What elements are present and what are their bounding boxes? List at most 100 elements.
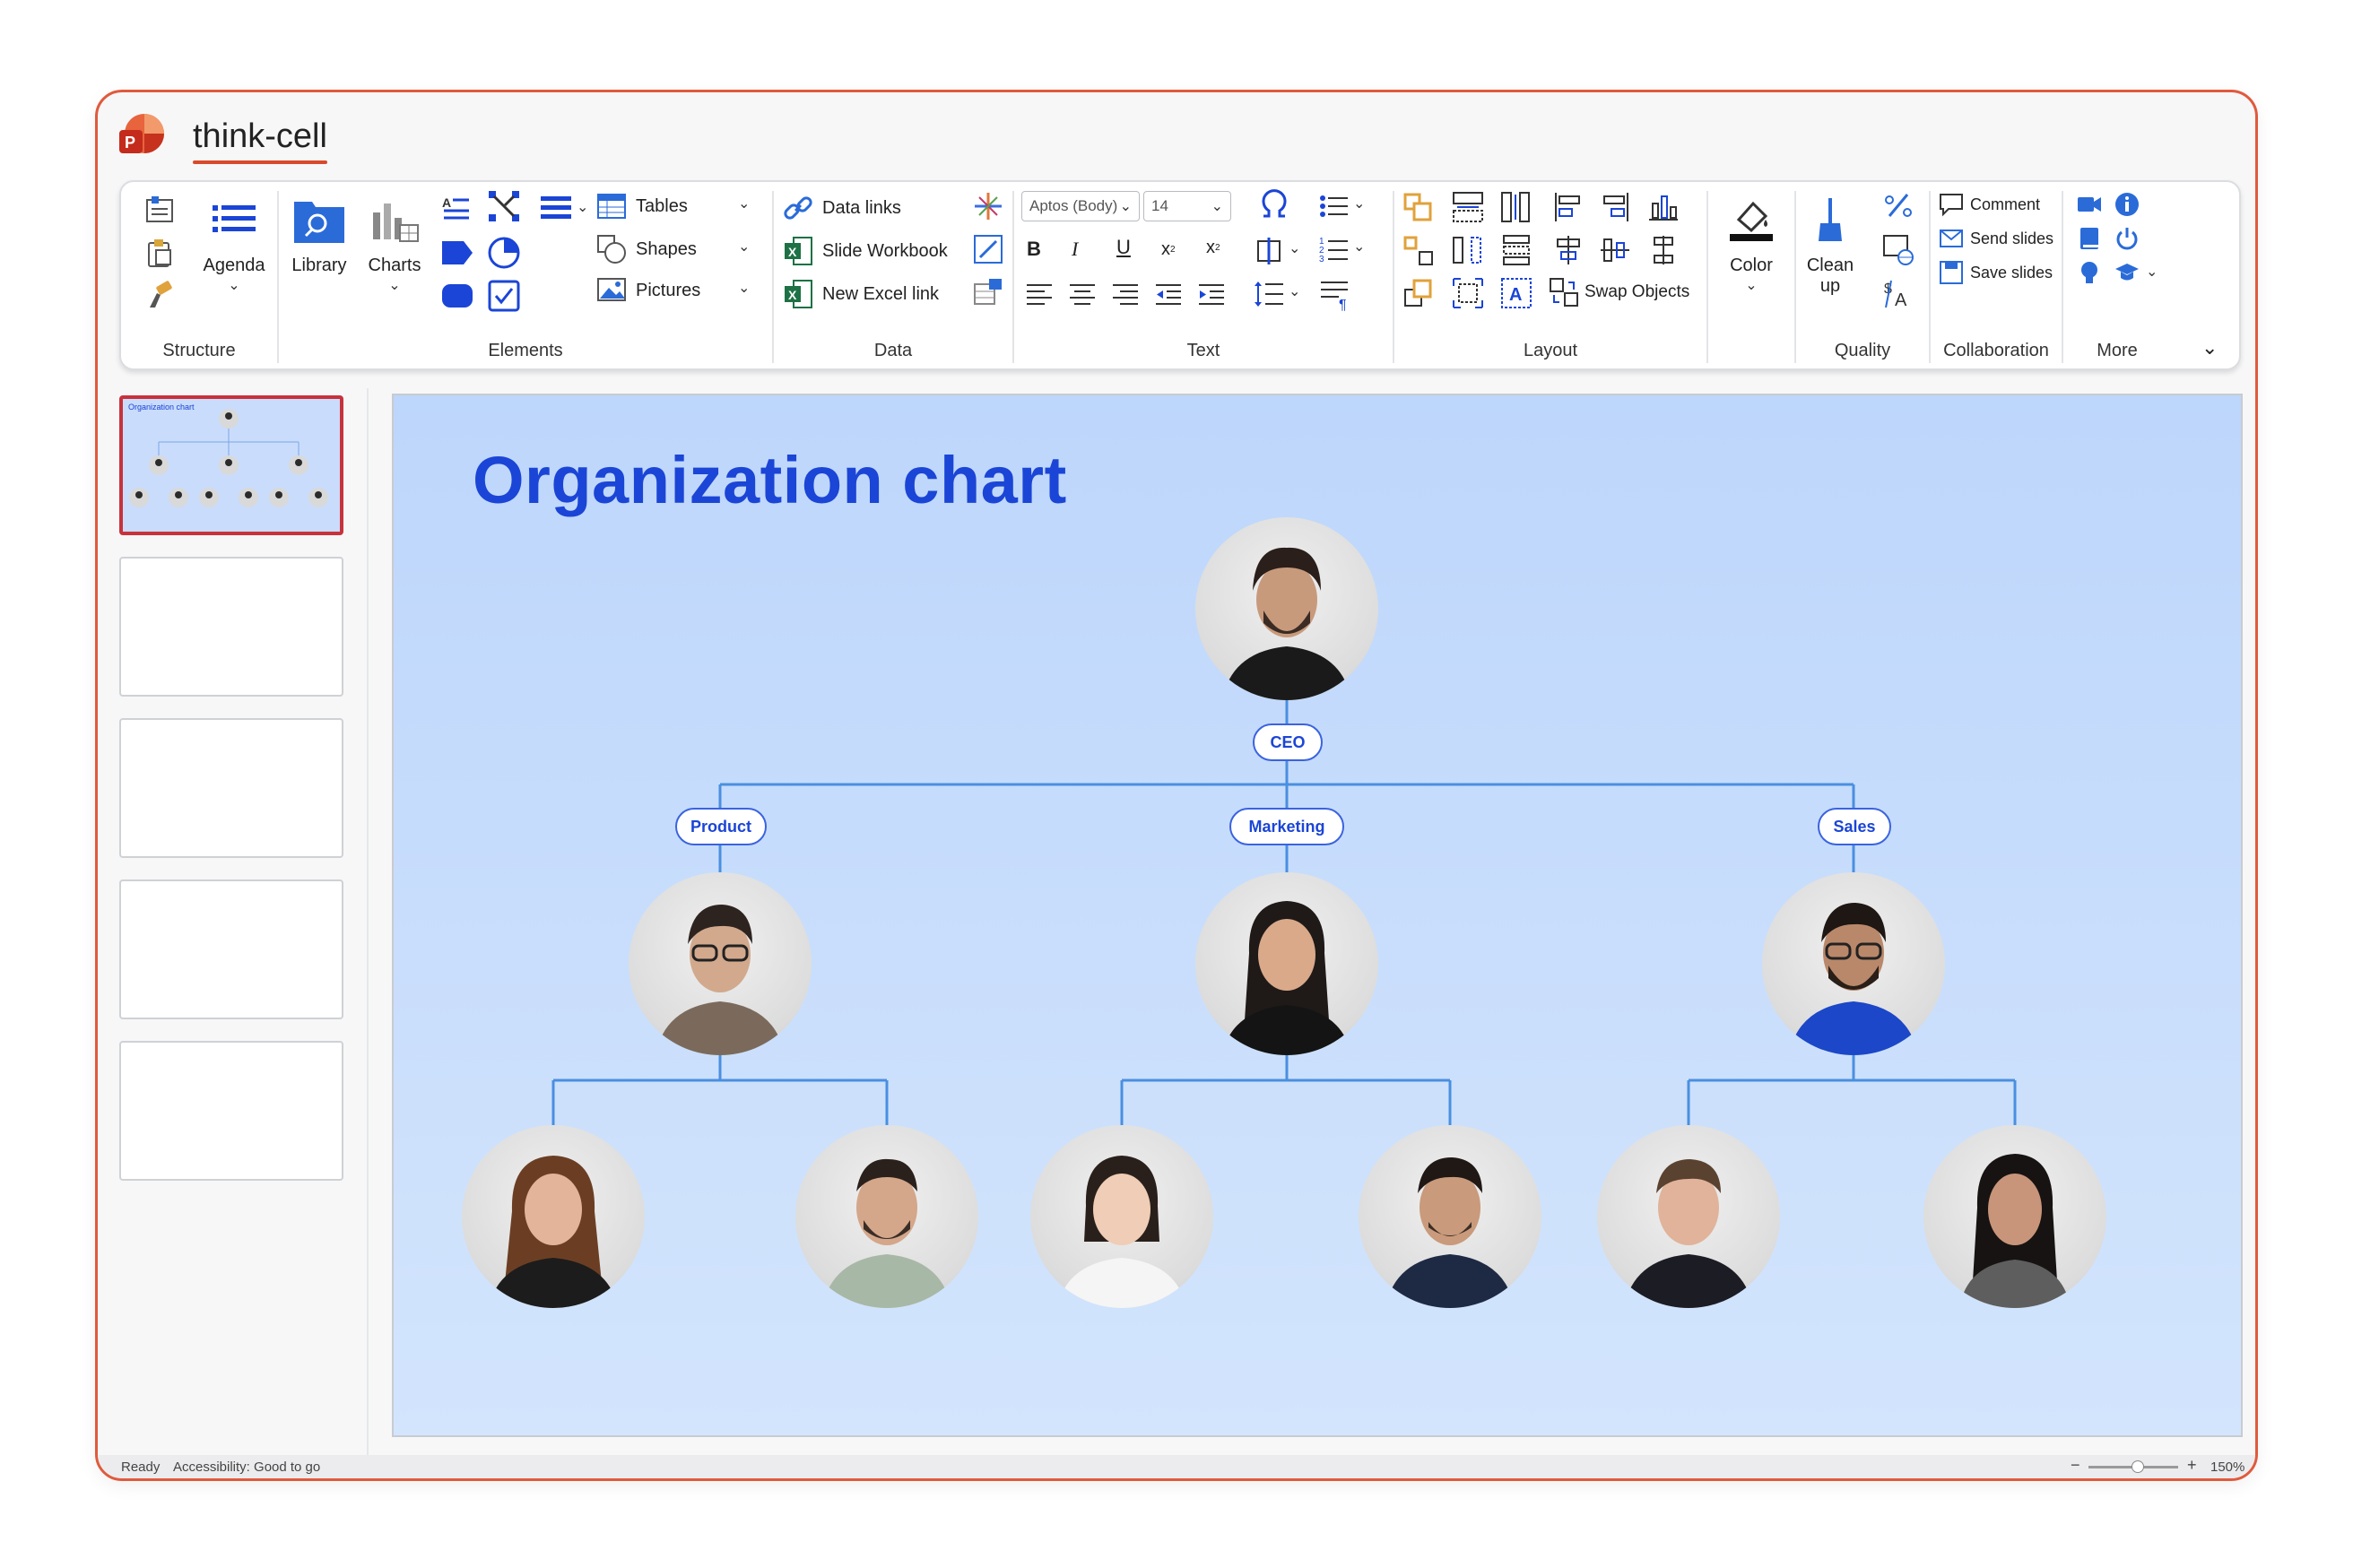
chevron-down-icon[interactable]: ⌄ (1353, 195, 1365, 212)
check-language-icon[interactable] (1882, 234, 1915, 266)
font-name-select[interactable]: Aptos (Body) ⌄ (1021, 191, 1140, 221)
slide-thumbnail-1[interactable]: Organization chart (119, 395, 343, 535)
send-slides-button[interactable]: Send slides (1938, 225, 2053, 252)
tag-sales[interactable]: Sales (1818, 808, 1891, 845)
chevron-shape-icon[interactable] (440, 238, 474, 268)
spelling-icon[interactable]: $A (1882, 277, 1915, 309)
zoom-slider-thumb[interactable] (2132, 1460, 2144, 1473)
slide-workbook-button[interactable]: X Slide Workbook (783, 236, 948, 266)
chevron-down-icon[interactable]: ⌄ (577, 198, 588, 216)
tableau-icon[interactable] (973, 191, 1003, 221)
power-icon[interactable] (2114, 225, 2140, 252)
align-bottom-icon[interactable] (1647, 191, 1680, 223)
slide-thumbnail-5[interactable] (119, 1041, 343, 1181)
lightbulb-icon[interactable] (2076, 259, 2103, 286)
color-button[interactable]: Color ⌄ (1715, 195, 1787, 294)
shapes-button[interactable]: Shapes (596, 234, 697, 264)
save-slides-button[interactable]: Save slides (1938, 259, 2053, 286)
avatar-team-member[interactable] (1359, 1125, 1541, 1308)
fit-height-icon[interactable] (1452, 234, 1484, 266)
chevron-down-icon[interactable]: ⌄ (1289, 239, 1300, 257)
list-icon[interactable] (539, 193, 573, 223)
text-box-icon[interactable]: A (440, 193, 471, 223)
chevron-down-icon[interactable]: ⌄ (738, 238, 750, 256)
book-icon[interactable] (2076, 225, 2103, 252)
ungroup-icon[interactable] (1403, 236, 1434, 266)
align-right-edges-icon[interactable] (1599, 191, 1631, 223)
avatar-team-member[interactable] (1923, 1125, 2106, 1308)
bring-forward-icon[interactable] (1403, 279, 1434, 309)
checkbox-icon[interactable] (487, 279, 521, 313)
tables-button[interactable]: Tables (596, 191, 688, 221)
align-left-icon[interactable] (1025, 281, 1054, 308)
new-excel-link-button[interactable]: X New Excel link (783, 279, 939, 309)
avatar-team-member[interactable] (795, 1125, 978, 1308)
avatar-team-member[interactable] (462, 1125, 645, 1308)
chevron-down-icon[interactable]: ⌄ (738, 195, 750, 212)
slide-thumbnail-3[interactable] (119, 718, 343, 858)
italic-button[interactable]: I (1072, 238, 1078, 261)
superscript-button[interactable]: x2 (1206, 238, 1220, 258)
numbering-icon[interactable]: 123 (1319, 234, 1350, 264)
bullets-icon[interactable] (1319, 191, 1350, 221)
pie-icon[interactable] (487, 236, 521, 270)
pictures-button[interactable]: Pictures (596, 275, 700, 306)
connector-icon[interactable] (487, 189, 521, 223)
status-accessibility[interactable]: Accessibility: Good to go (173, 1460, 320, 1475)
text-fit-icon[interactable]: A (1500, 277, 1532, 309)
comment-button[interactable]: Comment (1938, 191, 2040, 218)
format-painter-icon[interactable] (144, 281, 175, 311)
zoom-level[interactable]: 150% (2210, 1460, 2244, 1475)
slide-thumbnail-4[interactable] (119, 879, 343, 1019)
special-character-icon[interactable] (1256, 187, 1292, 223)
align-middle-icon[interactable] (1599, 234, 1631, 266)
table-of-contents-icon[interactable] (144, 195, 175, 225)
agenda-button[interactable]: Agenda ⌄ (198, 195, 270, 294)
avatar-ceo[interactable] (1195, 517, 1378, 700)
resize-icon[interactable] (1452, 277, 1484, 309)
align-left-edges-icon[interactable] (1552, 191, 1585, 223)
tag-product[interactable]: Product (675, 808, 767, 845)
line-spacing-icon[interactable] (1253, 279, 1285, 309)
avatar-marketing-lead[interactable] (1195, 872, 1378, 1055)
paste-icon[interactable] (144, 238, 175, 268)
align-center-vertical-icon[interactable] (1552, 234, 1585, 266)
slide-canvas[interactable]: Organization chart CEO Product Marketing… (392, 394, 2243, 1437)
avatar-product-lead[interactable] (629, 872, 812, 1055)
avatar-team-member[interactable] (1597, 1125, 1780, 1308)
rounded-rectangle-icon[interactable] (440, 281, 474, 311)
subscript-button[interactable]: x2 (1161, 239, 1176, 260)
avatar-team-member[interactable] (1030, 1125, 1213, 1308)
tag-marketing[interactable]: Marketing (1229, 808, 1344, 845)
chevron-down-icon[interactable]: ⌄ (1289, 282, 1300, 300)
distribute-icon[interactable] (1647, 234, 1680, 266)
text-spacing-icon[interactable] (1253, 236, 1285, 266)
same-height-icon[interactable] (1500, 191, 1532, 223)
zoom-in-button[interactable]: + (2187, 1456, 2197, 1475)
underline-button[interactable]: U (1116, 236, 1131, 259)
zoom-out-button[interactable]: − (2071, 1456, 2080, 1475)
paragraph-icon[interactable]: ¶ (1319, 277, 1351, 311)
clean-up-button[interactable]: Clean up (1802, 195, 1859, 297)
swap-objects-button[interactable]: Swap Objects (1549, 277, 1689, 308)
align-center-icon[interactable] (1068, 281, 1097, 308)
chevron-down-icon[interactable]: ⌄ (738, 279, 750, 297)
stack-icon[interactable] (1500, 234, 1532, 266)
video-icon[interactable] (2076, 191, 2103, 218)
expand-ribbon-chevron-icon[interactable]: ⌄ (2201, 336, 2218, 360)
chevron-down-icon[interactable]: ⌄ (1353, 238, 1365, 256)
same-width-icon[interactable] (1452, 191, 1484, 223)
avatar-sales-lead[interactable] (1762, 872, 1945, 1055)
library-button[interactable]: Library (288, 195, 351, 276)
charts-button[interactable]: Charts ⌄ (363, 195, 426, 294)
align-right-icon[interactable] (1111, 281, 1140, 308)
slide-thumbnail-2[interactable] (119, 557, 343, 697)
data-links-button[interactable]: Data links (783, 193, 901, 223)
group-objects-icon[interactable] (1403, 193, 1434, 223)
increase-indent-icon[interactable] (1197, 281, 1226, 308)
data-sheet-icon[interactable] (973, 277, 1003, 308)
percent-check-icon[interactable] (1882, 191, 1915, 221)
bold-button[interactable]: B (1027, 238, 1041, 261)
font-size-select[interactable]: 14 ⌄ (1143, 191, 1231, 221)
info-icon[interactable] (2114, 191, 2140, 218)
